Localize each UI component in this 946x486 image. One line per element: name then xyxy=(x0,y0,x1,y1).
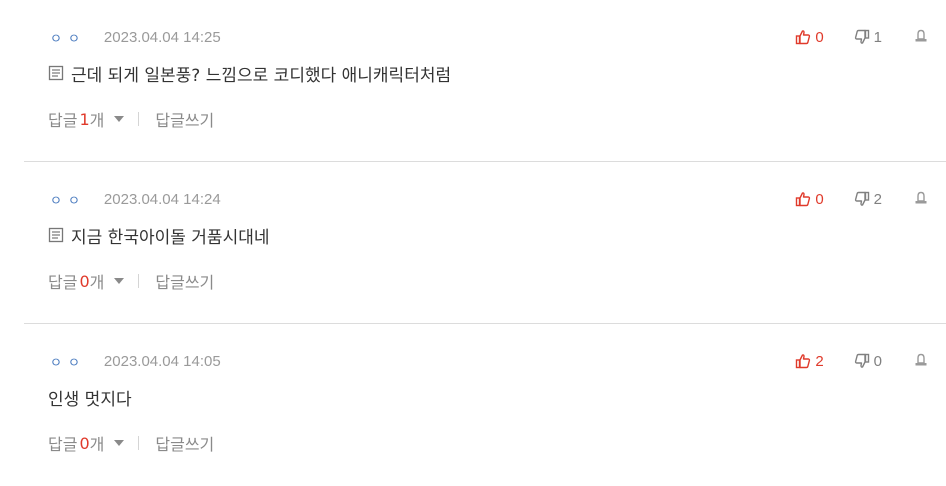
vote-bar: 0 2 xyxy=(795,188,928,210)
dislike-count: 0 xyxy=(873,352,882,370)
write-reply-button[interactable]: 답글쓰기 xyxy=(155,269,214,293)
reply-count: 1 xyxy=(79,109,90,129)
author-name[interactable]: ㅇㅇ xyxy=(50,28,86,47)
comment-meta: ㅇㅇ 2023.04.04 14:25 xyxy=(50,27,221,47)
reply-label: 답글 xyxy=(48,435,78,454)
memo-icon xyxy=(48,65,64,81)
reply-toggle-button[interactable]: 답글 0 개 xyxy=(48,269,125,293)
comment-meta: ㅇㅇ 2023.04.04 14:24 xyxy=(50,189,221,209)
report-button[interactable] xyxy=(914,352,928,371)
dislike-count: 1 xyxy=(873,28,882,46)
report-button[interactable] xyxy=(914,190,928,209)
vote-bar: 2 0 xyxy=(795,350,928,372)
comment-text: 인생 멋지다 xyxy=(48,389,132,410)
reply-unit: 개 xyxy=(89,273,105,292)
report-icon xyxy=(915,191,927,203)
comment-actions: 답글 0 개 답글쓰기 xyxy=(48,431,214,455)
separator xyxy=(138,274,140,288)
like-button[interactable]: 2 xyxy=(795,352,824,370)
reply-count: 0 xyxy=(79,433,90,453)
like-count: 0 xyxy=(815,190,824,208)
reply-label: 답글 xyxy=(48,111,78,130)
reply-label: 답글 xyxy=(48,273,78,292)
write-reply-button[interactable]: 답글쓰기 xyxy=(155,107,214,131)
memo-icon xyxy=(48,227,64,243)
thumbs-down-icon xyxy=(854,353,869,368)
like-count: 0 xyxy=(815,28,824,46)
report-icon xyxy=(915,29,927,41)
vote-bar: 0 1 xyxy=(795,26,928,48)
like-button[interactable]: 0 xyxy=(795,190,824,208)
reply-unit: 개 xyxy=(89,435,105,454)
dislike-button[interactable]: 1 xyxy=(854,29,882,46)
comment-list: ㅇㅇ 2023.04.04 14:25 0 1 근데 되게 일본풍? 느낌으로 … xyxy=(0,0,946,473)
separator xyxy=(138,436,140,450)
like-button[interactable]: 0 xyxy=(795,28,824,46)
author-name[interactable]: ㅇㅇ xyxy=(50,190,86,209)
comment-actions: 답글 0 개 답글쓰기 xyxy=(48,269,214,293)
comment-date: 2023.04.04 14:24 xyxy=(103,190,221,208)
comment-text: 지금 한국아이돌 거품시대네 xyxy=(71,227,270,248)
dislike-count: 2 xyxy=(873,190,882,208)
write-reply-button[interactable]: 답글쓰기 xyxy=(155,431,214,455)
comment-body: 근데 되게 일본풍? 느낌으로 코디했다 애니캐릭터처럼 xyxy=(48,62,452,86)
dislike-button[interactable]: 0 xyxy=(854,353,882,370)
thumbs-up-icon xyxy=(796,30,811,45)
thumbs-down-icon xyxy=(854,191,869,206)
report-icon xyxy=(915,353,927,365)
comment-date: 2023.04.04 14:05 xyxy=(103,352,221,370)
chevron-down-icon xyxy=(114,116,125,122)
report-button[interactable] xyxy=(914,28,928,47)
author-name[interactable]: ㅇㅇ xyxy=(50,352,86,371)
comment-item: ㅇㅇ 2023.04.04 14:25 0 1 근데 되게 일본풍? 느낌으로 … xyxy=(0,0,946,162)
chevron-down-icon xyxy=(114,278,125,284)
comment-text: 근데 되게 일본풍? 느낌으로 코디했다 애니캐릭터처럼 xyxy=(71,65,452,86)
comment-body: 인생 멋지다 xyxy=(48,386,132,410)
reply-unit: 개 xyxy=(89,111,105,130)
thumbs-down-icon xyxy=(854,29,869,44)
dislike-button[interactable]: 2 xyxy=(854,191,882,208)
reply-toggle-button[interactable]: 답글 1 개 xyxy=(48,107,125,131)
comment-date: 2023.04.04 14:25 xyxy=(103,28,221,46)
thumbs-up-icon xyxy=(796,192,811,207)
comment-body: 지금 한국아이돌 거품시대네 xyxy=(48,224,270,248)
comment-item: ㅇㅇ 2023.04.04 14:24 0 2 지금 한국아이돌 거품시대네 답… xyxy=(0,162,946,324)
reply-count: 0 xyxy=(79,271,90,291)
thumbs-up-icon xyxy=(796,354,811,369)
like-count: 2 xyxy=(815,352,824,370)
comment-meta: ㅇㅇ 2023.04.04 14:05 xyxy=(50,351,221,371)
comment-actions: 답글 1 개 답글쓰기 xyxy=(48,107,214,131)
reply-toggle-button[interactable]: 답글 0 개 xyxy=(48,431,125,455)
comment-item: ㅇㅇ 2023.04.04 14:05 2 0 인생 멋지다 답글 0 개 답글… xyxy=(0,324,946,486)
separator xyxy=(138,112,140,126)
chevron-down-icon xyxy=(114,440,125,446)
